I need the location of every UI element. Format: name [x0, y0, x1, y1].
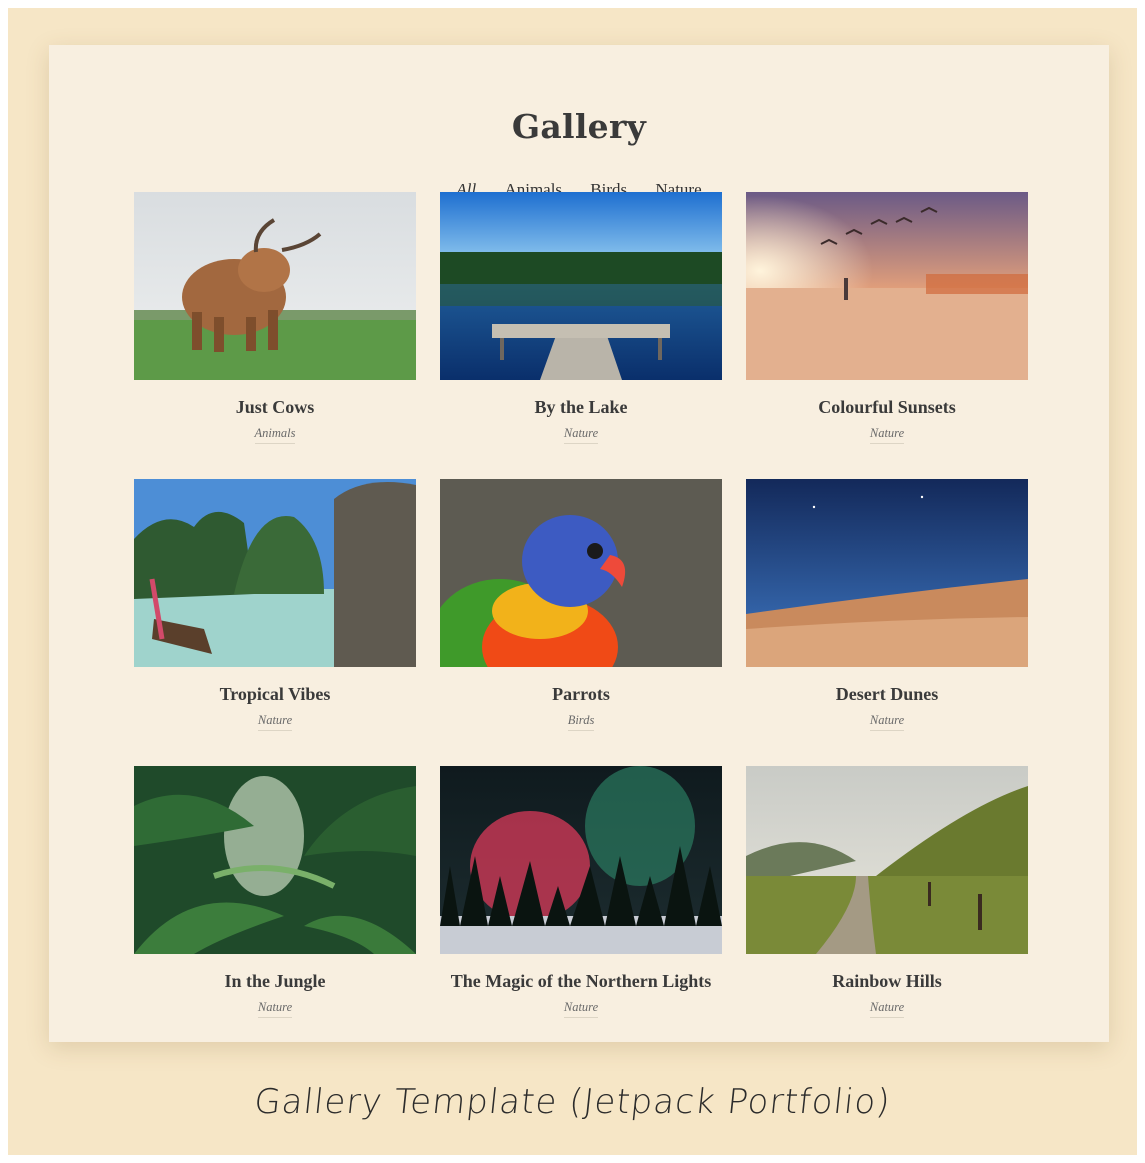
item-title[interactable]: In the Jungle [104, 971, 446, 992]
sunset-beach-photo[interactable] [746, 192, 1028, 380]
item-title[interactable]: Tropical Vibes [104, 684, 446, 705]
item-category: Birds [440, 713, 722, 731]
item-title[interactable]: Desert Dunes [716, 684, 1058, 705]
desert-dunes-photo[interactable] [746, 479, 1028, 667]
jungle-photo[interactable] [134, 766, 416, 954]
item-category: Animals [134, 426, 416, 444]
page-title: Gallery [511, 107, 647, 146]
gallery-card: Gallery All Animals Birds Nature Just Co… [49, 45, 1109, 1042]
item-title[interactable]: By the Lake [410, 397, 752, 418]
item-title[interactable]: Colourful Sunsets [716, 397, 1058, 418]
tropical-beach-photo[interactable] [134, 479, 416, 667]
item-category: Nature [746, 1000, 1028, 1018]
item-title[interactable]: Just Cows [104, 397, 446, 418]
lake-dock-photo[interactable] [440, 192, 722, 380]
highland-cow-photo[interactable] [134, 192, 416, 380]
item-title[interactable]: Parrots [410, 684, 752, 705]
item-title[interactable]: Rainbow Hills [716, 971, 1058, 992]
northern-lights-photo[interactable] [440, 766, 722, 954]
item-category: Nature [134, 1000, 416, 1018]
parrot-photo[interactable] [440, 479, 722, 667]
caption: Gallery Template (Jetpack Portfolio) [252, 1082, 893, 1122]
item-category: Nature [440, 426, 722, 444]
item-category: Nature [440, 1000, 722, 1018]
item-category: Nature [746, 713, 1028, 731]
item-category: Nature [746, 426, 1028, 444]
item-title[interactable]: The Magic of the Northern Lights [410, 971, 752, 992]
item-category: Nature [134, 713, 416, 731]
rainbow-hills-photo[interactable] [746, 766, 1028, 954]
